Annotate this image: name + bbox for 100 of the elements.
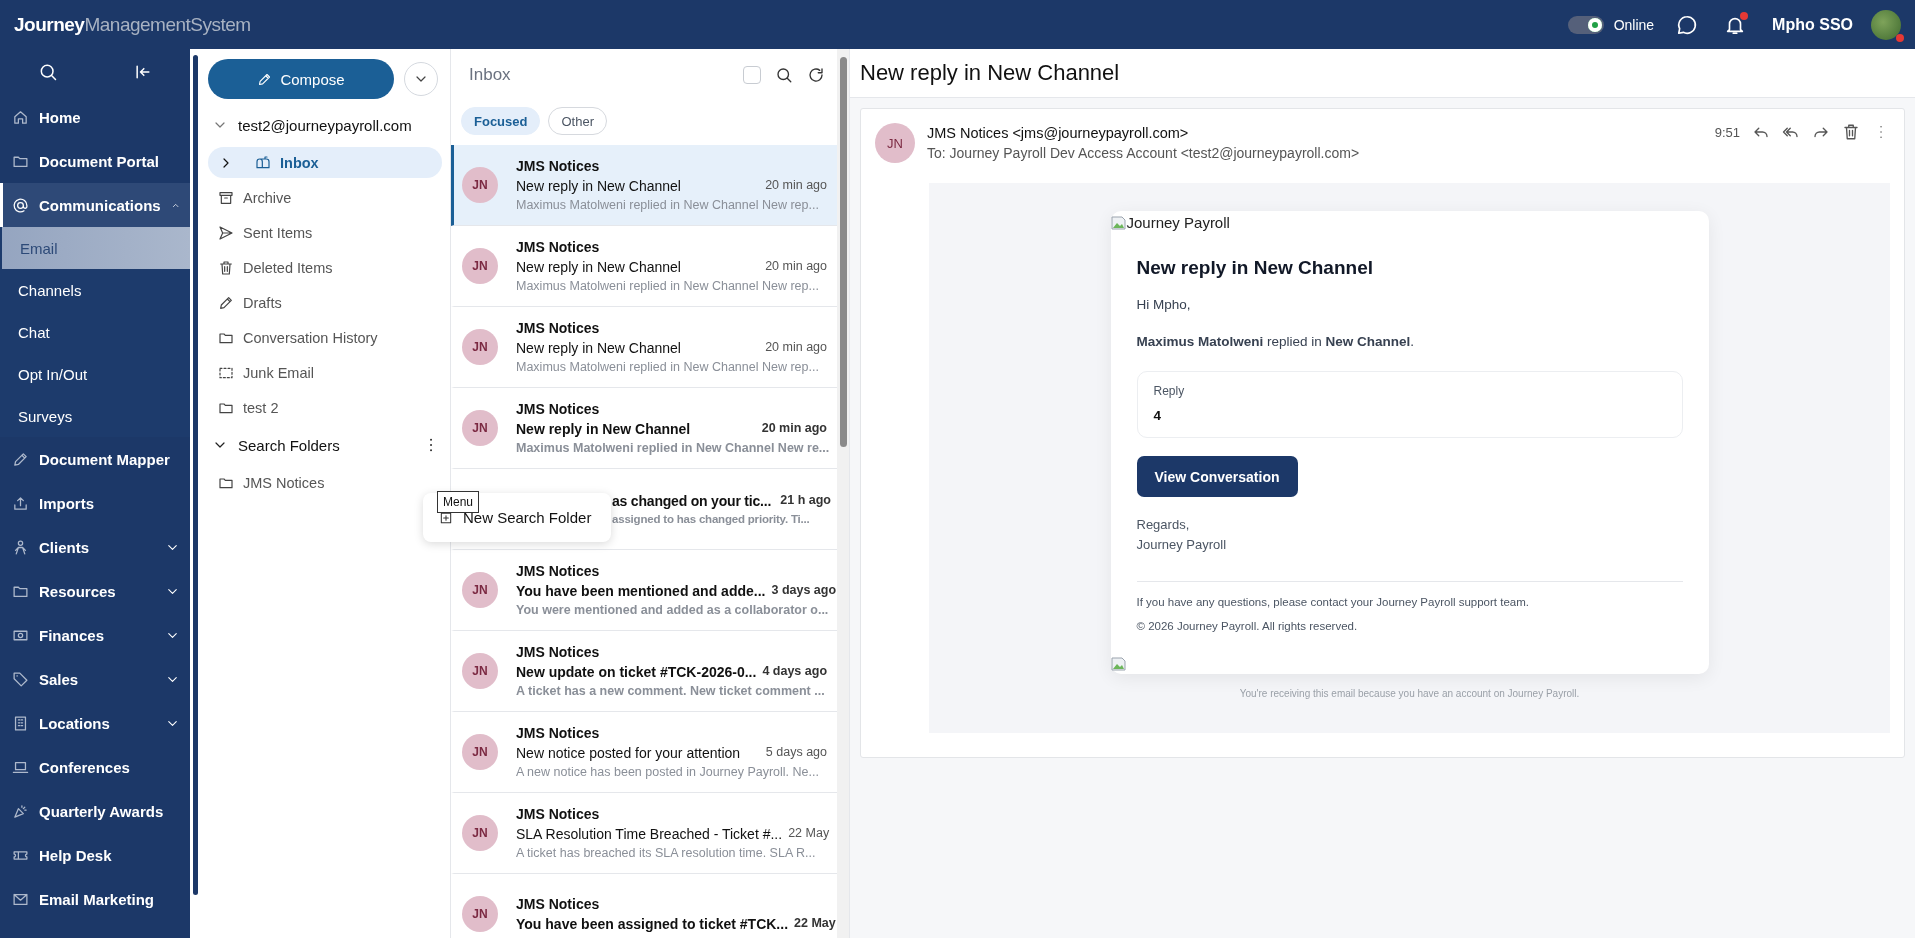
message-subject: New notice posted for your attention	[516, 745, 741, 761]
footer-text: If you have any questions, please contact your Journey Payroll support team.	[1136, 596, 1530, 608]
nav-item[interactable]: Finances	[0, 613, 190, 657]
message-row[interactable]: JN JMS Notices New reply in New Channel 20 min ago Maximus Matolweni replied in New Channel New rep...	[451, 226, 837, 307]
message-preview: You were mentioned and added as a collaborator o...	[516, 603, 827, 617]
folder-item[interactable]: Inbox	[208, 147, 442, 178]
nav-item[interactable]: Conferences	[0, 745, 190, 789]
view-conversation-button[interactable]: View Conversation	[1136, 456, 1298, 497]
trash-icon[interactable]	[1842, 123, 1860, 141]
account-header[interactable]: test2@journeypayroll.com	[208, 107, 442, 143]
folder-item[interactable]: Sent Items	[208, 217, 442, 248]
nav-subitem[interactable]: Chat	[0, 311, 190, 353]
message-preview: Maximus Matolweni replied in New Channel New rep...	[516, 360, 820, 374]
message-row[interactable]: JN JMS Notices You have been mentioned and adde... 3 days ago You were mentioned and added as a collaborator o...	[451, 550, 837, 631]
message-row[interactable]: JN JMS Notices New update on ticket #TCK-2026-0... 4 days ago A ticket has a new comment. New ticket comment ...	[451, 631, 837, 712]
sender-avatar: JN	[875, 123, 915, 163]
nav-item[interactable]: Document Portal	[0, 139, 190, 183]
folder-item[interactable]: Junk Email	[208, 357, 442, 388]
send-icon	[218, 224, 234, 241]
message-preview: A ticket has breached its SLA resolution time. SLA R...	[516, 846, 817, 860]
message-row[interactable]: JN JMS Notices New reply in New Channel 20 min ago Maximus Matolweni replied in New Channel New rep...	[451, 145, 837, 226]
search-icon[interactable]	[775, 66, 793, 84]
bell-icon[interactable]	[1724, 13, 1747, 36]
sender-avatar: JN	[462, 248, 498, 284]
message-preview: Maximus Matolweni replied in New Channel New rep...	[516, 279, 820, 293]
greeting-text: Hi Mpho,	[1136, 297, 1192, 312]
reply-text: 4	[1153, 408, 1162, 423]
message-subject: You have been assigned to ticket #TCK...	[516, 916, 789, 932]
sender-avatar: JN	[462, 653, 498, 689]
signoff-text: Journey Payroll	[1136, 536, 1228, 554]
plus-box-icon	[439, 510, 453, 525]
filter-tab[interactable]: Other	[548, 107, 607, 135]
folder-item[interactable]: Drafts	[208, 287, 442, 318]
user-avatar[interactable]	[1871, 9, 1901, 40]
message-preview: assigned to has changed priority. Ti...	[612, 513, 811, 525]
nav-item[interactable]: Communications	[0, 183, 190, 227]
nav-item[interactable]: Clients	[0, 525, 190, 569]
scrollbar[interactable]	[837, 49, 850, 938]
chat-icon[interactable]	[1676, 13, 1699, 36]
broken-image-icon	[1110, 215, 1127, 231]
body-text: Maximus Matolweni replied in New Channel.	[1136, 334, 1416, 349]
tag-icon	[12, 670, 29, 688]
sender-avatar: JN	[462, 410, 498, 446]
nav-subitem[interactable]: Email	[2, 227, 190, 269]
nav-item[interactable]: Quarterly Awards	[0, 789, 190, 833]
at-sign-icon	[12, 196, 29, 214]
message-time: 22 May	[794, 916, 836, 932]
folder-item[interactable]: Conversation History	[208, 322, 442, 353]
user-name[interactable]: Mpho SSO	[1772, 15, 1853, 34]
upload-icon	[12, 494, 29, 512]
message-row[interactable]: JN JMS Notices SLA Resolution Time Breached - Ticket #... 22 May A ticket has breached its SLA resolution time. SLA R...	[451, 793, 837, 874]
message-subject: SLA Resolution Time Breached - Ticket #...	[516, 826, 783, 842]
message-subject: New reply in New Channel	[516, 340, 681, 356]
message-time: 4 days ago	[762, 664, 828, 680]
trash-icon	[218, 259, 234, 276]
archive-icon	[218, 189, 234, 206]
message-row[interactable]: JN JMS Notices New reply in New Channel 20 min ago Maximus Matolweni replied in New Channel New re...	[451, 388, 837, 469]
party-popper-icon	[12, 802, 29, 820]
pencil-icon	[257, 71, 273, 87]
refresh-icon[interactable]	[807, 66, 825, 84]
sender-avatar: JN	[462, 167, 498, 203]
folder-item[interactable]: test 2	[208, 392, 442, 423]
sender-name: JMS Notices	[516, 158, 601, 174]
select-all-checkbox[interactable]	[743, 66, 761, 84]
filter-tab[interactable]: Focused	[461, 107, 541, 135]
nav-item[interactable]: Home	[0, 95, 190, 139]
nav-item[interactable]: Locations	[0, 701, 190, 745]
nav-subitem[interactable]: Channels	[0, 269, 190, 311]
nav-item[interactable]: Resources	[0, 569, 190, 613]
tooltip: Menu	[437, 491, 480, 513]
sender-name: JMS Notices	[516, 320, 601, 336]
nav-item[interactable]: Help Desk	[0, 833, 190, 877]
message-row[interactable]: JN JMS Notices You have been assigned to ticket #TCK... 22 May	[451, 874, 837, 938]
nav-item[interactable]: Sales	[0, 657, 190, 701]
folder-item[interactable]: Archive	[208, 182, 442, 213]
nav-subitem[interactable]: Surveys	[0, 395, 190, 437]
nav-item[interactable]: Document Mapper	[0, 437, 190, 481]
message-row[interactable]: JN JMS Notices New notice posted for your attention 5 days ago A new notice has been posted in Journey Payroll. Ne...	[451, 712, 837, 793]
folder-item[interactable]: Deleted Items	[208, 252, 442, 283]
nav-item[interactable]: Email Marketing	[0, 877, 190, 921]
message-time: 20 min ago	[765, 340, 827, 356]
app-logo[interactable]: JourneyManagementSystem	[14, 13, 251, 36]
search-folders-header[interactable]: Search Folders	[208, 427, 442, 463]
message-time: 5 days ago	[765, 745, 827, 761]
message-preview: A ticket has a new comment. New ticket comment ...	[516, 684, 826, 698]
message-preview: Maximus Matolweni replied in New Channel New rep...	[516, 198, 820, 212]
list-title: Inbox	[469, 65, 512, 85]
nav-item[interactable]: Imports	[0, 481, 190, 525]
nav-subitem[interactable]: Opt In/Out	[0, 353, 190, 395]
compose-button[interactable]: Compose	[208, 59, 394, 99]
footer-text: © 2026 Journey Payroll. All rights reserved.	[1136, 620, 1359, 632]
signoff-text: Regards,	[1136, 516, 1191, 534]
reply-label: Reply	[1153, 384, 1186, 398]
status-label: Online	[1613, 16, 1655, 33]
message-subject: New reply in New Channel	[516, 178, 681, 194]
online-toggle[interactable]	[1567, 15, 1604, 34]
message-time: 3 days ago	[771, 583, 837, 599]
message-row[interactable]: JN JMS Notices New reply in New Channel 20 min ago Maximus Matolweni replied in New Channel New rep...	[451, 307, 837, 388]
sender-name: JMS Notices	[516, 401, 601, 417]
sender-avatar: JN	[462, 329, 498, 365]
